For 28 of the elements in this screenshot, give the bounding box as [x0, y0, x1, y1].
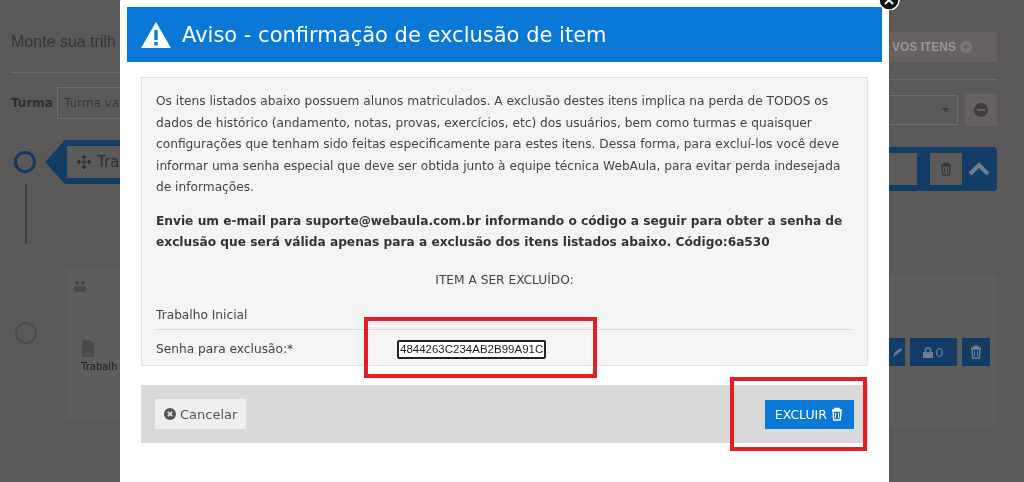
warning-icon: [140, 20, 172, 49]
edit-icon: [891, 346, 903, 358]
trash-icon: [830, 407, 844, 421]
minus-circle-icon: [974, 103, 988, 117]
close-circle-icon: [164, 408, 176, 420]
lock-button[interactable]: 0: [910, 338, 957, 366]
item-name: Trabalho Inicial: [156, 305, 853, 330]
field-label: Senha para exclusão:*: [156, 340, 295, 358]
trash-icon: [969, 345, 983, 359]
item-title-field-end[interactable]: [889, 153, 917, 185]
delete-button[interactable]: EXCLUIR: [764, 399, 854, 429]
collapse-icon[interactable]: [968, 162, 990, 176]
item-label: Trabalh: [81, 361, 118, 372]
remove-button[interactable]: [965, 94, 997, 126]
section-heading: ITEM A SER EXCLUÍDO:: [434, 271, 575, 289]
move-icon: [77, 155, 91, 169]
caret-icon: [942, 108, 949, 112]
message-text: Os itens listados abaixo possuem alunos matriculados. A exclusão destes itens implica na perda de TODOS os dados de histórico (andamento, notas, provas, exercícios, etc) dos usuários, bem como turmas e quaisquer configurações que tenham sido feitas especificamente para estes itens. Dessa forma, para excluí-los você deve informar uma senha especial que deve ser obtida junto à equipe técnica WebAula, para evitar perda indesejada de informações.: [156, 93, 842, 196]
cancel-button[interactable]: Cancelar: [155, 399, 247, 429]
message-text: Envie um e-mail para suporte@webaula.com.br informando o código a seguir para obter a senha de exclusão que será válida apenas para a exclusão dos itens listados abaixo. Código:6a530: [156, 212, 844, 251]
timeline-node: [14, 151, 36, 173]
dialog-title: Aviso - confirmação de exclusão de item: [182, 22, 607, 47]
delete-item-button[interactable]: [930, 153, 962, 185]
password-field[interactable]: 4844263C234AB2B99A91C: [397, 339, 547, 359]
delete-item-button[interactable]: [962, 338, 990, 366]
edit-button[interactable]: [889, 338, 905, 366]
trash-icon: [939, 162, 953, 176]
lock-icon: [923, 346, 934, 358]
